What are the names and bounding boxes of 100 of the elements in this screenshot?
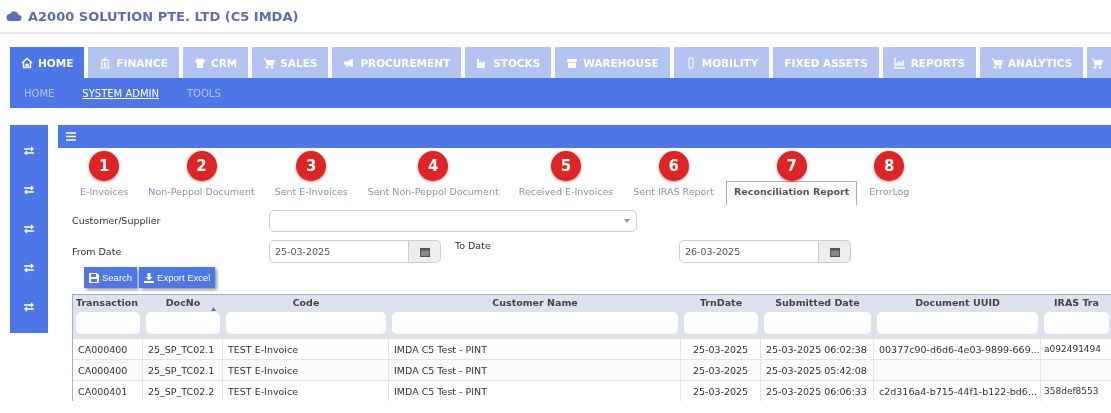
- table-cell: CA000401: [78, 385, 128, 397]
- table-cell: CA000400: [78, 343, 128, 355]
- box-icon: [566, 56, 579, 69]
- tab[interactable]: Sent E-Invoices: [266, 181, 356, 205]
- module-tab[interactable]: FINANCE: [88, 47, 179, 78]
- bank-icon: [99, 56, 112, 69]
- swap-icon[interactable]: [23, 145, 35, 156]
- tab[interactable]: ErrorLog: [861, 181, 918, 205]
- table-cell: TEST E-Invoice: [228, 343, 299, 355]
- cart-icon: [991, 56, 1003, 69]
- filter-field[interactable]: [764, 312, 871, 334]
- customer-dropdown[interactable]: [269, 209, 637, 232]
- cart-icon: [1091, 56, 1104, 69]
- number-badge: 6: [658, 151, 689, 181]
- tab[interactable]: E-Invoices: [72, 181, 137, 205]
- shirt-icon: [194, 56, 206, 69]
- module-tab[interactable]: SALES: [252, 47, 329, 78]
- filter-field[interactable]: [1044, 312, 1109, 334]
- window-title: A2000 SOLUTION PTE. LTD (C5 IMDA): [28, 8, 299, 24]
- column-header[interactable]: Transaction: [76, 297, 139, 312]
- subnav-link[interactable]: TOOLS: [187, 87, 221, 99]
- table-cell: 25-03-2025 06:02:38: [766, 343, 867, 355]
- filter-field[interactable]: [392, 312, 678, 334]
- field-label: From Date: [72, 246, 123, 257]
- field-label: Customer/Supplier: [72, 215, 162, 226]
- subnav-link[interactable]: SYSTEM ADMIN: [82, 87, 159, 99]
- table-cell: TEST E-Invoice: [228, 385, 299, 397]
- filter-field[interactable]: [684, 312, 758, 334]
- column-header[interactable]: Customer Name: [492, 297, 578, 312]
- caret-icon: [624, 218, 630, 223]
- column-header[interactable]: DocNo: [165, 297, 201, 312]
- number-badge: 5: [551, 151, 581, 181]
- table-cell: 25-03-2025: [692, 343, 749, 355]
- table-cell: 25-03-2025 05:42:08: [766, 364, 867, 376]
- menu-icon[interactable]: [66, 132, 76, 141]
- table-cell: 25-03-2025: [692, 364, 749, 376]
- tab[interactable]: Reconciliation Report: [726, 181, 858, 205]
- cart-icon: [263, 56, 276, 69]
- tab[interactable]: Sent Non-Peppol Document: [359, 181, 507, 205]
- table-cell: c2d316a4-b715-44f1-b122-bd6...: [879, 385, 1037, 397]
- field-label: To Date: [454, 239, 492, 251]
- table-cell: 00377c90-d6d6-4e03-9899-669...: [879, 343, 1040, 355]
- calendar-icon: [419, 246, 430, 257]
- number-badge: 1: [89, 151, 120, 181]
- module-tab[interactable]: STOCKS: [465, 47, 552, 78]
- date-field[interactable]: 25-03-2025: [269, 240, 409, 263]
- megaphone-icon: [343, 56, 356, 69]
- table-cell: CA000400: [78, 364, 128, 376]
- table-cell: 25-03-2025 06:06:33: [766, 385, 867, 397]
- number-badge: 8: [874, 151, 905, 181]
- module-tab[interactable]: MOBILITY: [673, 47, 770, 78]
- filter-field[interactable]: [877, 312, 1038, 334]
- table-cell: IMDA C5 Test - PINT: [394, 343, 487, 355]
- number-badge: 2: [186, 151, 217, 181]
- swap-icon[interactable]: [23, 184, 35, 195]
- home-icon: [21, 56, 33, 69]
- table-cell: IMDA C5 Test - PINT: [394, 364, 487, 376]
- table-cell: a092491494: [1044, 344, 1102, 354]
- column-header[interactable]: Submitted Date: [775, 297, 860, 312]
- module-tab[interactable]: HOME: [10, 47, 85, 78]
- table-cell: IMDA C5 Test - PINT: [394, 385, 487, 397]
- column-header[interactable]: IRAS Tra: [1054, 297, 1099, 312]
- module-tab[interactable]: REPORTS: [882, 47, 976, 78]
- number-badge: 7: [776, 151, 807, 181]
- module-tab[interactable]: PROCUREMENT: [332, 47, 462, 78]
- filter-field[interactable]: [76, 312, 140, 334]
- module-tab[interactable]: CRM: [183, 47, 249, 78]
- date-field[interactable]: 26-03-2025: [679, 240, 819, 263]
- download-icon: [144, 272, 155, 283]
- table-cell: 25_SP_TC02.1: [148, 364, 215, 376]
- chart-icon: [893, 56, 906, 69]
- number-badge: 3: [296, 151, 327, 181]
- export-button[interactable]: Export Excel: [139, 267, 216, 288]
- column-header[interactable]: Code: [292, 297, 320, 312]
- subnav-link[interactable]: HOME: [24, 87, 55, 99]
- calendar-button[interactable]: [409, 240, 441, 263]
- table-cell: 25-03-2025: [692, 385, 749, 397]
- module-tab[interactable]: FIXED ASSETS: [773, 47, 879, 78]
- cloud-icon: [6, 10, 22, 22]
- calendar-button[interactable]: [819, 240, 851, 263]
- swap-icon[interactable]: [23, 263, 35, 274]
- swap-icon[interactable]: [23, 302, 35, 313]
- table-cell: 25_SP_TC02.2: [148, 385, 215, 397]
- tab[interactable]: Received E-Invoices: [510, 181, 622, 205]
- table-cell: 358def8553: [1044, 386, 1099, 396]
- module-tab[interactable]: ANALYTICS: [980, 47, 1084, 78]
- save-icon: [89, 272, 99, 283]
- tab[interactable]: Sent IRAS Report: [625, 181, 722, 205]
- filter-field[interactable]: [146, 312, 220, 334]
- calendar-icon: [829, 246, 840, 257]
- table-cell: 25_SP_TC02.1: [148, 343, 215, 355]
- module-tab[interactable]: WAREHOUSE: [555, 47, 670, 78]
- column-header[interactable]: TrnDate: [699, 297, 743, 312]
- tab[interactable]: Non-Peppol Document: [140, 181, 263, 205]
- filter-field[interactable]: [226, 312, 386, 334]
- column-header[interactable]: Document UUID: [915, 297, 1000, 312]
- table-cell: TEST E-Invoice: [228, 364, 299, 376]
- swap-icon[interactable]: [23, 223, 35, 234]
- number-badge: 4: [418, 151, 449, 181]
- search-button[interactable]: Search: [84, 267, 138, 288]
